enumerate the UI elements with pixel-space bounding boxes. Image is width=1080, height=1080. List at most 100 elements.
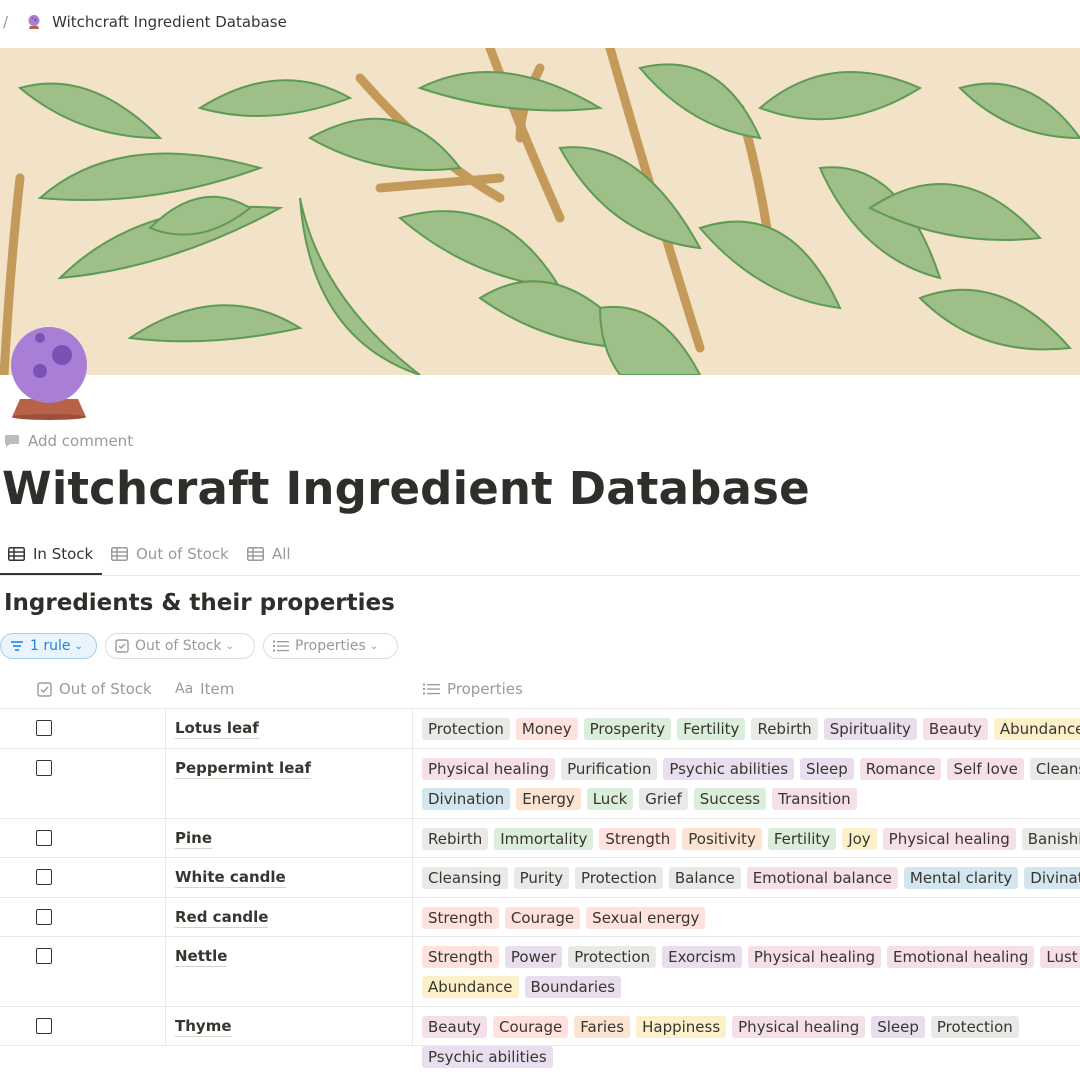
property-tag: Money [515,718,578,740]
out-of-stock-checkbox[interactable] [36,1018,52,1034]
property-tag: Cleansing [422,867,508,889]
out-of-stock-checkbox[interactable] [36,760,52,776]
tab-out-of-stock[interactable]: Out of Stock [111,534,229,574]
column-header-properties[interactable]: Properties [423,670,523,708]
properties-cell[interactable]: Beauty Courage Faries Happiness Physical hea… [422,1016,1080,1068]
column-header-item[interactable]: Aa Item [175,670,234,708]
property-tag: Boundaries [524,976,622,998]
property-tag: Faries [574,1016,631,1038]
table-row[interactable]: Thyme Beauty Courage Faries Happiness Physic… [0,1007,1080,1068]
properties-cell[interactable]: Strength Power Protection Exorcism Physical … [422,946,1080,998]
property-tag: Divination [422,788,511,810]
property-tag: Abundance [993,718,1080,740]
add-comment-label: Add comment [28,432,134,450]
item-name[interactable]: White candle [175,867,286,888]
property-tag: Romance [859,758,942,780]
table-icon [247,547,264,561]
property-tag: Protection [568,946,657,968]
property-tag: Spirituality [823,718,917,740]
property-tag: Power [504,946,563,968]
out-of-stock-checkbox[interactable] [36,830,52,846]
item-name[interactable]: Pine [175,828,212,849]
out-of-stock-checkbox[interactable] [36,948,52,964]
table-icon [8,546,25,561]
column-header-out-of-stock[interactable]: Out of Stock [37,670,152,708]
breadcrumb: / Witchcraft Ingredient Database [0,0,1080,44]
out-of-stock-checkbox[interactable] [36,869,52,885]
property-tag: Divination [1024,867,1080,889]
property-tag: Rebirth [751,718,818,740]
checkbox-icon [115,639,129,653]
table-row[interactable]: Lotus leaf Protection Money Prosperity Fert… [0,709,1080,749]
breadcrumb-page[interactable]: Witchcraft Ingredient Database [52,13,287,31]
filter-properties-chip[interactable]: Properties ⌄ [263,633,398,659]
item-name[interactable]: Peppermint leaf [175,758,312,779]
text-type-icon: Aa [175,681,194,697]
properties-cell[interactable]: Strength Courage Sexual energy [422,907,1080,929]
chevron-down-icon: ⌄ [369,640,379,652]
table-row[interactable]: Pine Rebirth Immortality Strength Positivit… [0,819,1080,858]
properties-cell[interactable]: Physical healing Purification Psychic abil… [422,758,1080,810]
property-tag: Balance [668,867,741,889]
crystal-ball-icon [28,15,40,29]
table-icon [111,547,128,561]
tab-label: Out of Stock [136,545,229,563]
property-tag: Physical healing [882,828,1016,850]
filter-icon [11,641,23,651]
property-tag: Self love [947,758,1024,780]
property-tag: Banishing [1021,828,1080,850]
property-tag: Emotional balance [746,867,898,889]
property-tag: Immortality [494,828,594,850]
item-name[interactable]: Nettle [175,946,228,967]
filter-rule-label: 1 rule [30,638,71,654]
property-tag: Rebirth [422,828,489,850]
add-comment-button[interactable]: Add comment [4,432,133,450]
view-tabs: In Stock Out of Stock All [0,534,1080,576]
property-tag: Cleansing [1029,758,1080,780]
out-of-stock-checkbox[interactable] [36,909,52,925]
table-row[interactable]: Peppermint leaf Physical healing Purifica… [0,749,1080,819]
filter-out-of-stock-label: Out of Stock [135,638,222,654]
property-tag: Happiness [636,1016,727,1038]
property-tag: Beauty [422,1016,487,1038]
table-header: Out of Stock Aa Item Properties [0,670,1080,709]
tab-label: All [272,545,291,563]
table-row[interactable]: Red candle Strength Courage Sexual energy [0,898,1080,937]
property-tag: Physical healing [747,946,881,968]
filter-rule-chip[interactable]: 1 rule ⌄ [0,633,97,659]
property-tag: Physical healing [422,758,556,780]
item-name[interactable]: Lotus leaf [175,718,259,739]
property-tag: Fertility [767,828,837,850]
table-row[interactable]: White candle Cleansing Purity Protection Ba… [0,858,1080,898]
property-tag: Strength [599,828,677,850]
property-tag: Fertility [677,718,746,740]
properties-cell[interactable]: Cleansing Purity Protection Balance Emotiona… [422,867,1080,889]
item-name[interactable]: Thyme [175,1016,232,1037]
column-label: Properties [447,680,523,698]
database-title[interactable]: Ingredients & their properties [4,590,395,616]
out-of-stock-checkbox[interactable] [36,720,52,736]
chevron-down-icon: ⌄ [225,640,234,652]
property-tag: Abundance [422,976,519,998]
properties-cell[interactable]: Rebirth Immortality Strength Positivity Fert… [422,828,1080,850]
property-tag: Psychic abilities [422,1046,553,1068]
tab-all[interactable]: All [247,534,291,574]
crystal-ball-page-icon[interactable] [6,325,92,421]
property-tag: Mental clarity [903,867,1019,889]
comment-icon [5,435,19,447]
property-tag: Emotional healing [886,946,1035,968]
filter-properties-label: Properties [295,638,366,654]
property-tag: Strength [422,946,499,968]
table-row[interactable]: Nettle Strength Power Protection Exorcism Ph… [0,937,1080,1007]
page-title[interactable]: Witchcraft Ingredient Database [2,462,810,515]
property-tag: Sleep [871,1016,925,1038]
item-name[interactable]: Red candle [175,907,269,928]
list-icon [423,683,440,695]
tab-in-stock[interactable]: In Stock [0,534,102,575]
properties-cell[interactable]: Protection Money Prosperity Fertility Rebirt… [422,718,1080,740]
property-tag: Luck [586,788,634,810]
property-tag: Lust [1040,946,1080,968]
property-tag: Protection [574,867,663,889]
filter-out-of-stock-chip[interactable]: Out of Stock ⌄ [105,633,255,659]
checkbox-icon [37,681,52,697]
